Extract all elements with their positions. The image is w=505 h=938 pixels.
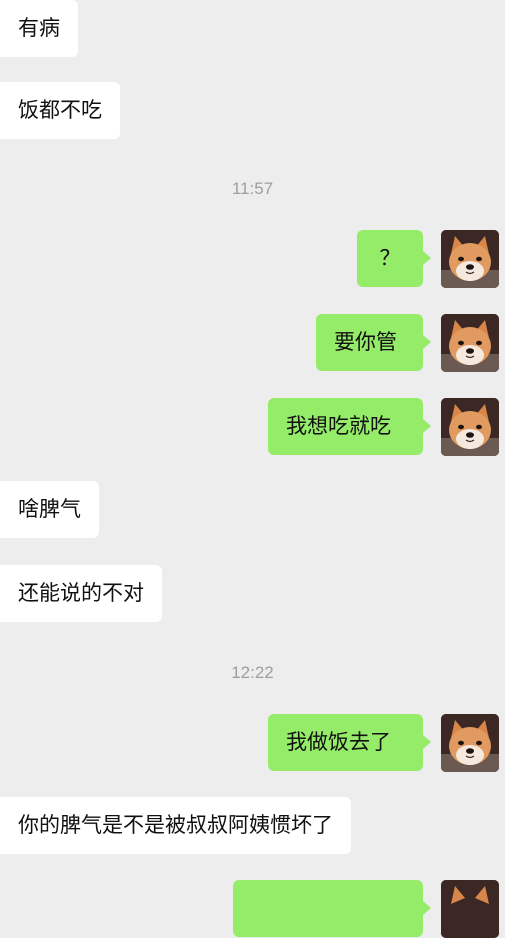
incoming-message-bubble[interactable]: 还能说的不对 <box>0 565 162 622</box>
shiba-dog-avatar-image <box>441 314 499 372</box>
shiba-dog-avatar[interactable] <box>441 714 499 772</box>
shiba-dog-avatar-image <box>441 398 499 456</box>
outgoing-message-bubble[interactable]: ？ <box>357 230 431 287</box>
outgoing-message-bubble[interactable]: 要你管 <box>316 314 431 371</box>
incoming-message-bubble[interactable]: 有病 <box>0 0 78 57</box>
outgoing-message-bubble[interactable]: 我做饭去了 <box>268 714 431 771</box>
incoming-message-bubble[interactable]: 你的脾气是不是被叔叔阿姨惯坏了 <box>0 797 351 854</box>
shiba-dog-avatar-image <box>441 230 499 288</box>
message-timestamp: 12:22 <box>231 663 274 682</box>
chat-screen: { "messages": [ { "type": "incoming", "t… <box>0 0 505 938</box>
message-timestamp: 11:57 <box>231 179 274 198</box>
shiba-dog-avatar-image <box>441 714 499 772</box>
incoming-message-bubble[interactable]: 饭都不吃 <box>0 82 120 139</box>
incoming-message-bubble[interactable]: 啥脾气 <box>0 481 99 538</box>
shiba-dog-avatar[interactable] <box>441 230 499 288</box>
outgoing-message-bubble[interactable]: 我想吃就吃 <box>268 398 431 455</box>
shiba-dog-avatar[interactable] <box>441 398 499 456</box>
shiba-dog-avatar[interactable] <box>441 314 499 372</box>
